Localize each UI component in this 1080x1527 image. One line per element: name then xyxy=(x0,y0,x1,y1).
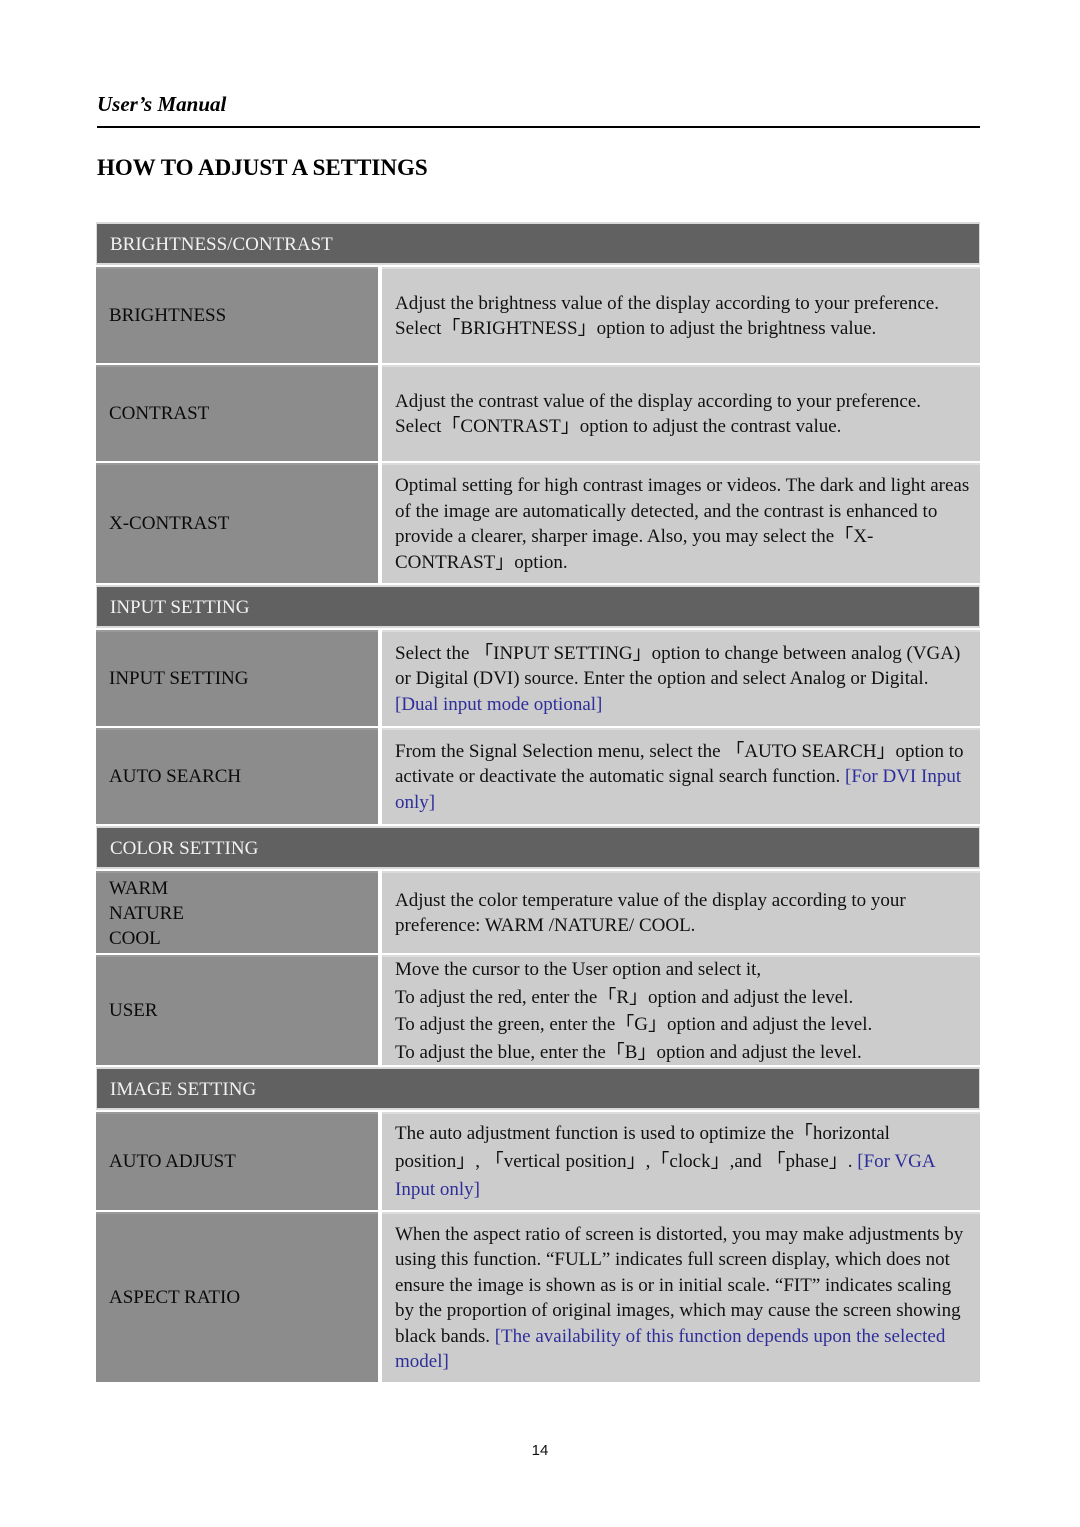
setting-description: Move the cursor to the User option and s… xyxy=(382,955,980,1065)
setting-name: CONTRAST xyxy=(96,365,378,461)
setting-row-auto-search: AUTO SEARCH From the Signal Selection me… xyxy=(96,728,980,824)
description-text: The auto adjustment function is used to … xyxy=(395,1123,890,1172)
description-line: To adjust the blue, enter the「B」option a… xyxy=(395,1041,862,1063)
description-text: Adjust the color temperature value of th… xyxy=(395,889,906,937)
page-number: 14 xyxy=(531,1442,549,1459)
setting-row-x-contrast: X-CONTRAST Optimal setting for high cont… xyxy=(96,463,980,583)
setting-name: USER xyxy=(96,955,378,1065)
setting-name: X-CONTRAST xyxy=(96,463,378,583)
description-text: Adjust the brightness value of the displ… xyxy=(395,292,939,340)
setting-description: Optimal setting for high contrast images… xyxy=(382,463,980,583)
description-line: To adjust the green, enter the「G」option … xyxy=(395,1014,873,1035)
section-header-brightness-contrast: BRIGHTNESS/CONTRAST xyxy=(96,222,980,265)
section-header-input-setting: INPUT SETTING xyxy=(96,585,980,628)
setting-description: Adjust the brightness value of the displ… xyxy=(382,267,980,363)
setting-name: BRIGHTNESS xyxy=(96,267,378,363)
setting-description: Select the 「INPUT SETTING」option to chan… xyxy=(382,630,980,726)
setting-row-user: USER Move the cursor to the User option … xyxy=(96,955,980,1065)
setting-name: INPUT SETTING xyxy=(96,630,378,726)
setting-description: The auto adjustment function is used to … xyxy=(382,1112,980,1210)
description-line: To adjust the red, enter the「R」option an… xyxy=(395,986,854,1008)
page-title: HOW TO ADJUST A SETTINGS xyxy=(97,155,428,180)
setting-name: AUTO SEARCH xyxy=(96,728,378,824)
setting-name: ASPECT RATIO xyxy=(96,1212,378,1382)
description-text: Select the 「INPUT SETTING」option to chan… xyxy=(395,642,961,690)
settings-table: BRIGHTNESS/CONTRAST BRIGHTNESS Adjust th… xyxy=(96,222,980,1384)
setting-name-warm: WARM xyxy=(109,877,169,899)
running-head: User’s Manual xyxy=(97,92,227,116)
setting-name-group: WARM NATURE COOL xyxy=(96,871,378,953)
setting-row-color-temperature: WARM NATURE COOL Adjust the color temper… xyxy=(96,871,980,953)
setting-description: Adjust the contrast value of the display… xyxy=(382,365,980,461)
setting-name: AUTO ADJUST xyxy=(96,1112,378,1210)
setting-row-brightness: BRIGHTNESS Adjust the brightness value o… xyxy=(96,267,980,363)
setting-row-input-setting: INPUT SETTING Select the 「INPUT SETTING」… xyxy=(96,630,980,726)
description-line: Move the cursor to the User option and s… xyxy=(395,959,762,980)
setting-description: When the aspect ratio of screen is disto… xyxy=(382,1212,980,1382)
setting-name-cool: COOL xyxy=(109,927,161,949)
description-text: Adjust the contrast value of the display… xyxy=(395,390,922,438)
section-header-color-setting: COLOR SETTING xyxy=(96,826,980,869)
section-header-image-setting: IMAGE SETTING xyxy=(96,1067,980,1110)
setting-row-aspect-ratio: ASPECT RATIO When the aspect ratio of sc… xyxy=(96,1212,980,1382)
setting-row-auto-adjust: AUTO ADJUST The auto adjustment function… xyxy=(96,1112,980,1210)
setting-row-contrast: CONTRAST Adjust the contrast value of th… xyxy=(96,365,980,461)
setting-name-nature: NATURE xyxy=(109,902,184,924)
header-rule xyxy=(97,126,980,128)
description-text: Optimal setting for high contrast images… xyxy=(395,475,970,573)
setting-description: Adjust the color temperature value of th… xyxy=(382,871,980,953)
availability-note: [Dual input mode optional] xyxy=(395,693,603,715)
setting-description: From the Signal Selection menu, select t… xyxy=(382,728,980,824)
